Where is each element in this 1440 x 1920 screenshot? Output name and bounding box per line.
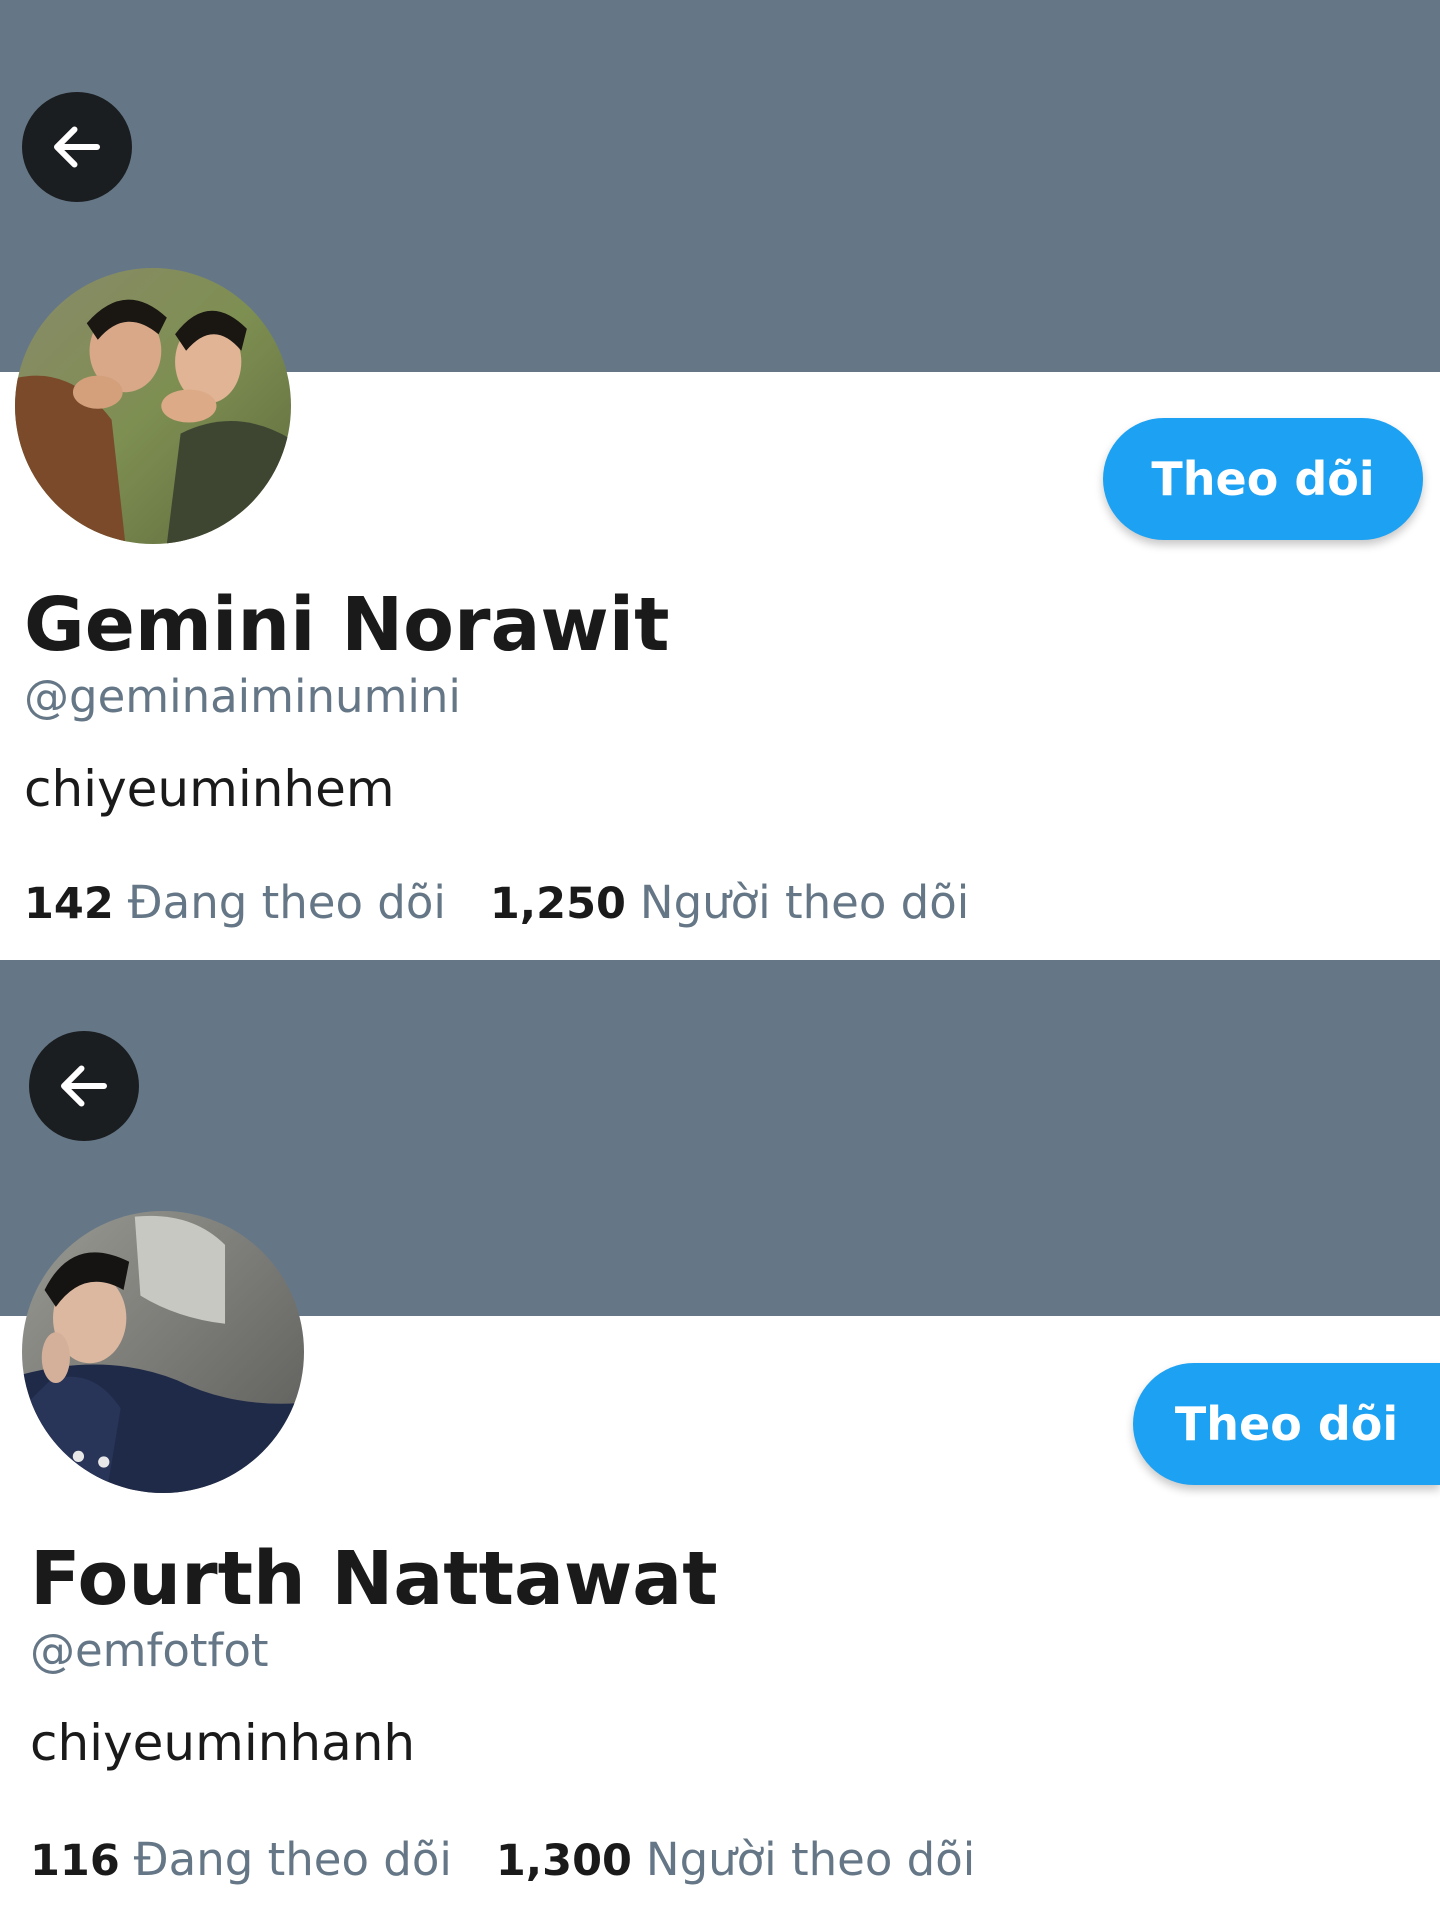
display-name: Gemini Norawit [24,582,670,668]
bio: chiyeuminhem [24,760,395,818]
followers-label: Người theo dõi [645,1833,976,1886]
avatar[interactable] [15,268,291,544]
following-label: Đang theo dõi [127,876,446,929]
following-label: Đang theo dõi [133,1833,452,1886]
user-handle: @geminaiminumini [24,670,461,723]
following-count: 142 [24,879,114,929]
following-stat[interactable]: 142 Đang theo dõi [24,880,446,926]
arrow-left-icon [54,126,100,168]
follow-button[interactable]: Theo dõi [1103,418,1423,540]
followers-stat[interactable]: 1,250 Người theo dõi [490,880,969,926]
user-handle: @emfotfot [30,1624,269,1677]
arrow-left-icon [61,1065,107,1107]
back-button[interactable] [29,1031,139,1141]
followers-count: 1,300 [495,1836,632,1886]
follow-button[interactable]: Theo dõi [1133,1363,1440,1485]
profile-card-gemini: Theo dõi Gemini Norawit @geminaiminumini… [0,0,1440,960]
followers-label: Người theo dõi [639,876,970,929]
following-count: 116 [30,1836,120,1886]
bio: chiyeuminhanh [30,1714,416,1772]
followers-stat[interactable]: 1,300 Người theo dõi [496,1837,975,1883]
display-name: Fourth Nattawat [30,1536,718,1622]
avatar[interactable] [22,1211,304,1493]
follow-stats: 142 Đang theo dõi 1,250 Người theo dõi [24,880,969,926]
follow-stats: 116 Đang theo dõi 1,300 Người theo dõi [30,1837,975,1883]
back-button[interactable] [22,92,132,202]
following-stat[interactable]: 116 Đang theo dõi [30,1837,452,1883]
profile-card-fourth: Theo dõi Fourth Nattawat @emfotfot chiye… [0,960,1440,1920]
followers-count: 1,250 [489,879,626,929]
